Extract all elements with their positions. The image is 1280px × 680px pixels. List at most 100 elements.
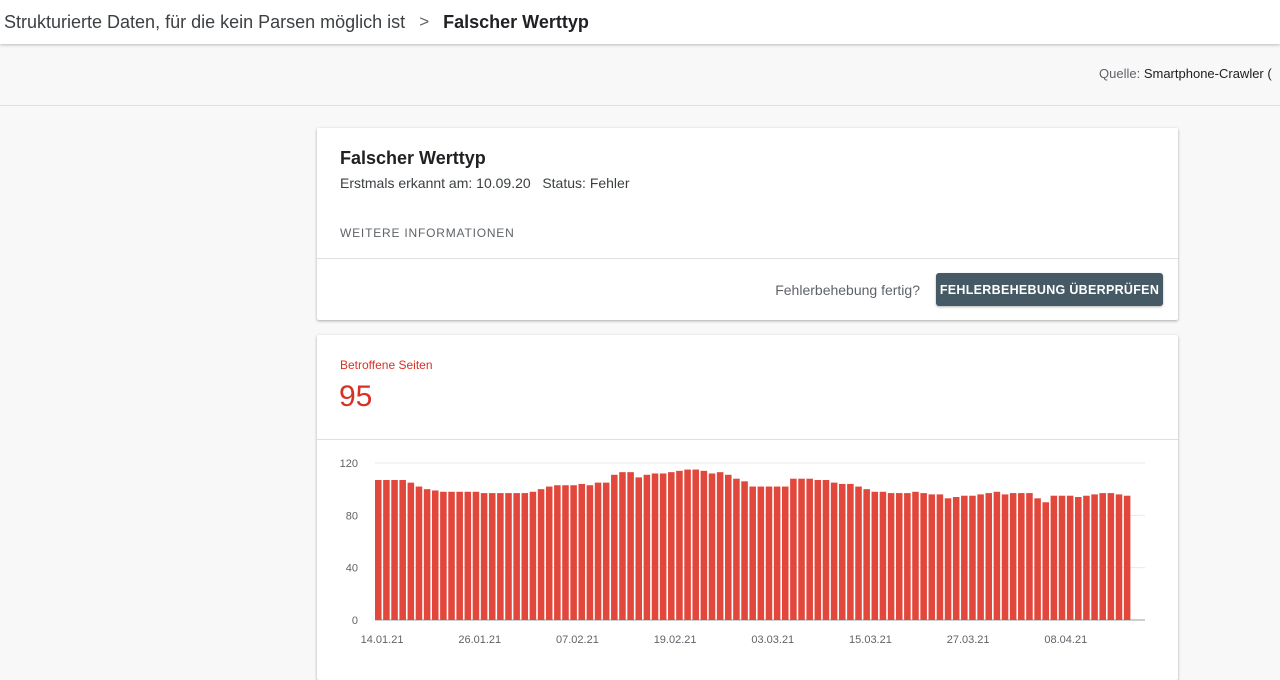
chevron-right-icon: > <box>419 12 430 31</box>
bar <box>928 494 936 620</box>
bar <box>383 480 390 620</box>
affected-pages-chart: 0 40 80 120 14.01.21 26.01.21 07.02.21 19.02.21… <box>340 458 1145 646</box>
bar <box>594 482 602 621</box>
bar <box>895 493 903 620</box>
bar <box>716 472 724 620</box>
bar <box>659 473 667 620</box>
bar <box>643 474 651 620</box>
bar <box>472 491 480 620</box>
bar <box>749 486 756 620</box>
source-selector[interactable]: Quelle: Smartphone-Crawler ( <box>1099 66 1272 81</box>
bar <box>1107 493 1115 620</box>
bar <box>562 485 569 620</box>
bar <box>879 491 887 620</box>
bar <box>733 478 740 620</box>
bar <box>1075 497 1082 620</box>
bar <box>521 493 529 620</box>
bar <box>1091 494 1098 620</box>
x-tick-label: 08.04.21 <box>1044 634 1087 646</box>
bar <box>431 490 439 620</box>
bar <box>847 483 854 620</box>
bar <box>375 480 382 620</box>
bar <box>456 491 463 620</box>
top-bar: Strukturierte Daten, für die kein Parsen… <box>0 0 1280 44</box>
bar <box>399 480 406 620</box>
first-detected-value: 10.09.20 <box>476 175 531 191</box>
bar <box>1034 498 1041 620</box>
bar <box>1099 493 1106 620</box>
bar <box>1018 493 1025 620</box>
bar <box>855 486 862 620</box>
status-label: Status: <box>542 175 586 191</box>
validate-fix-button[interactable]: FEHLERBEHEBUNG ÜBERPRÜFEN <box>936 273 1163 306</box>
bar <box>1001 494 1009 620</box>
bar <box>1066 495 1074 620</box>
x-tick-label: 15.03.21 <box>849 634 892 646</box>
bar <box>887 493 895 620</box>
bar <box>497 493 504 620</box>
bar <box>554 485 561 620</box>
bar <box>977 494 984 620</box>
bar <box>578 483 586 620</box>
bar <box>635 477 643 620</box>
y-tick-label: 120 <box>340 458 358 470</box>
issue-card: Falscher Werttyp Erstmals erkannt am: 10… <box>317 128 1178 320</box>
bar <box>985 493 993 620</box>
bar <box>757 486 765 620</box>
bar <box>944 498 952 620</box>
bar <box>537 489 545 620</box>
bar <box>765 486 773 620</box>
bar <box>423 489 431 620</box>
divider <box>317 258 1178 259</box>
bar <box>692 469 699 620</box>
bar <box>1026 493 1033 620</box>
bar <box>1042 502 1049 620</box>
issue-meta: Erstmals erkannt am: 10.09.20 Status: Fe… <box>340 175 630 191</box>
breadcrumb-parent-link[interactable]: Strukturierte Daten, für die kein Parsen… <box>4 12 405 33</box>
bar <box>790 478 797 620</box>
y-tick-label: 40 <box>346 563 358 575</box>
bar <box>806 478 813 620</box>
bar <box>1083 495 1090 620</box>
bar <box>993 491 1001 620</box>
bar <box>814 480 822 620</box>
bar <box>952 497 960 620</box>
bar <box>708 473 716 620</box>
x-tick-label: 26.01.21 <box>458 634 501 646</box>
bar <box>912 491 919 620</box>
bar <box>651 473 659 620</box>
bar <box>700 470 708 620</box>
bar <box>871 491 879 620</box>
more-info-link[interactable]: WEITERE INFORMATIONEN <box>340 226 515 240</box>
bar <box>529 491 537 620</box>
bar <box>822 480 830 620</box>
bar <box>488 493 496 620</box>
x-tick-label: 03.03.21 <box>751 634 794 646</box>
affected-pages-card: Betroffene Seiten 95 0 40 80 120 14.01.21 26.… <box>317 335 1178 680</box>
bar <box>773 486 781 620</box>
bar <box>969 495 976 620</box>
bar <box>725 474 732 620</box>
bar <box>863 489 870 620</box>
bar <box>961 495 968 620</box>
status-value: Fehler <box>589 175 630 191</box>
bar <box>513 493 520 620</box>
bar <box>570 485 577 620</box>
bar <box>505 493 512 620</box>
bar <box>480 493 488 620</box>
bar <box>1050 495 1058 620</box>
x-tick-label: 19.02.21 <box>654 634 697 646</box>
breadcrumb-current: Falscher Werttyp <box>443 11 589 32</box>
bar <box>407 482 415 621</box>
bar <box>440 491 447 620</box>
bar <box>676 470 683 620</box>
bar <box>545 486 553 620</box>
bar <box>586 485 594 620</box>
x-tick-label: 27.03.21 <box>947 634 990 646</box>
fix-question: Fehlerbehebung fertig? <box>775 282 920 298</box>
bar <box>904 493 911 620</box>
bar <box>1058 495 1066 620</box>
bar <box>1009 493 1017 620</box>
bar <box>619 472 626 620</box>
bar <box>741 481 748 620</box>
